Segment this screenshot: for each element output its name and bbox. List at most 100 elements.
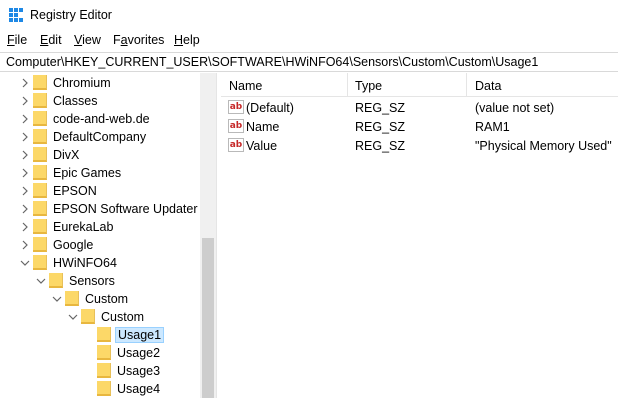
folder-icon (33, 129, 47, 144)
tree-node[interactable]: Google (0, 236, 200, 254)
folder-icon (33, 147, 47, 162)
tree-node[interactable]: EPSON (0, 182, 200, 200)
folder-icon (97, 363, 111, 378)
tree-node-label: Custom (101, 310, 145, 324)
tree-node[interactable]: Custom (0, 290, 200, 308)
tree-node-label: EPSON Software Updater (53, 202, 198, 216)
tree-node[interactable]: code-and-web.de (0, 110, 200, 128)
folder-icon (65, 291, 79, 306)
chevron-right-icon[interactable] (20, 150, 30, 160)
string-value-icon: ab (228, 138, 244, 152)
list-header: Name Type Data (221, 73, 618, 97)
value-row[interactable]: ab Name REG_SZ RAM1 (221, 117, 618, 136)
folder-icon (33, 183, 47, 198)
column-divider[interactable] (466, 73, 467, 97)
tree-scrollbar[interactable] (200, 73, 216, 398)
tree-node-label: Chromium (53, 76, 111, 90)
menu-view[interactable]: View (74, 33, 101, 47)
folder-icon (33, 75, 47, 90)
tree-node[interactable]: Classes (0, 92, 200, 110)
string-value-icon: ab (228, 100, 244, 114)
value-type: REG_SZ (355, 101, 406, 115)
string-value-icon: ab (228, 119, 244, 133)
tree-node-label: Google (53, 238, 94, 252)
value-data: RAM1 (475, 120, 510, 134)
tree-node[interactable]: Epic Games (0, 164, 200, 182)
folder-icon (33, 201, 47, 216)
chevron-down-icon[interactable] (20, 258, 30, 268)
tree-node-label: code-and-web.de (53, 112, 150, 126)
value-row[interactable]: ab Value REG_SZ "Physical Memory Used" (221, 136, 618, 155)
address-bar[interactable]: Computer\HKEY_CURRENT_USER\SOFTWARE\HWiN… (0, 52, 618, 72)
value-name: (Default) (246, 101, 294, 115)
tree-node-label: Epic Games (53, 166, 122, 180)
scrollbar-thumb[interactable] (202, 238, 214, 398)
tree-node-label: Sensors (69, 274, 115, 288)
tree-node-label: Classes (53, 94, 98, 108)
column-header-data[interactable]: Data (475, 79, 501, 93)
tree-pane[interactable]: Chromium Classes code-and-web.de DefaultCom… (0, 73, 216, 398)
folder-icon (33, 111, 47, 126)
value-name: Name (246, 120, 280, 134)
tree-node-label: Custom (85, 292, 129, 306)
registry-editor-icon (9, 8, 23, 22)
tree-node[interactable]: Usage4 (0, 380, 200, 398)
value-data: "Physical Memory Used" (475, 139, 612, 153)
tree-node-label: HWiNFO64 (53, 256, 117, 270)
menu-edit[interactable]: Edit (40, 33, 62, 47)
folder-icon (33, 165, 47, 180)
chevron-right-icon[interactable] (20, 114, 30, 124)
tree-node[interactable]: Sensors (0, 272, 200, 290)
chevron-right-icon[interactable] (20, 204, 30, 214)
chevron-right-icon[interactable] (20, 240, 30, 250)
folder-icon (33, 93, 47, 108)
tree-node[interactable]: Usage2 (0, 344, 200, 362)
value-type: REG_SZ (355, 139, 406, 153)
folder-icon (97, 327, 111, 342)
tree-node[interactable]: Custom (0, 308, 200, 326)
menu-help[interactable]: Help (174, 33, 200, 47)
folder-icon (49, 273, 63, 288)
folder-icon (97, 345, 111, 360)
chevron-right-icon[interactable] (20, 186, 30, 196)
tree-node-label: EPSON (53, 184, 97, 198)
tree-node[interactable]: Usage3 (0, 362, 200, 380)
folder-icon (33, 237, 47, 252)
chevron-down-icon[interactable] (52, 294, 62, 304)
chevron-right-icon[interactable] (20, 78, 30, 88)
folder-icon (33, 219, 47, 234)
chevron-right-icon[interactable] (20, 222, 30, 232)
chevron-right-icon[interactable] (20, 132, 30, 142)
chevron-down-icon[interactable] (36, 276, 46, 286)
tree-node[interactable]: EPSON Software Updater (0, 200, 200, 218)
tree-node-label: EurekaLab (53, 220, 114, 234)
tree-node-label: DefaultCompany (53, 130, 147, 144)
value-row[interactable]: ab (Default) REG_SZ (value not set) (221, 98, 618, 117)
column-header-name[interactable]: Name (229, 79, 262, 93)
folder-icon (97, 381, 111, 396)
value-data: (value not set) (475, 101, 555, 115)
column-divider[interactable] (347, 73, 348, 97)
chevron-right-icon[interactable] (20, 96, 30, 106)
tree-node[interactable]: Usage1 (0, 326, 200, 344)
tree-node[interactable]: EurekaLab (0, 218, 200, 236)
tree-node-label: Usage3 (117, 364, 161, 378)
title-bar[interactable]: Registry Editor (0, 0, 618, 32)
tree-node-label: DivX (53, 148, 80, 162)
values-list[interactable]: Name Type Data ab (Default) REG_SZ (value n… (221, 73, 618, 398)
column-header-type[interactable]: Type (355, 79, 382, 93)
folder-icon (33, 255, 47, 270)
menu-favorites[interactable]: Favorites (113, 33, 164, 47)
tree-node[interactable]: DefaultCompany (0, 128, 200, 146)
address-path[interactable]: Computer\HKEY_CURRENT_USER\SOFTWARE\HWiN… (6, 55, 538, 69)
tree-node-label: Usage2 (117, 346, 161, 360)
tree-node-label: Usage1 (115, 327, 165, 343)
chevron-right-icon[interactable] (20, 168, 30, 178)
menu-bar: File Edit View Favorites Help (0, 32, 618, 50)
tree-node[interactable]: HWiNFO64 (0, 254, 200, 272)
tree-node[interactable]: DivX (0, 146, 200, 164)
menu-file[interactable]: File (7, 33, 27, 47)
value-name: Value (246, 139, 278, 153)
chevron-down-icon[interactable] (68, 312, 78, 322)
tree-node[interactable]: Chromium (0, 74, 200, 92)
